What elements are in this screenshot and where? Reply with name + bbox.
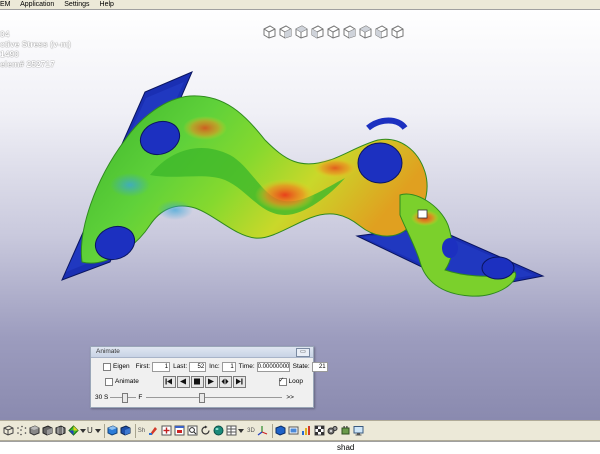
time-field[interactable]: 0.00000000 bbox=[256, 361, 290, 372]
shaded-cube-icon[interactable] bbox=[28, 425, 40, 437]
points-cube-icon[interactable] bbox=[15, 425, 27, 437]
toolbar-separator bbox=[103, 423, 105, 438]
animate-dialog-title: Animate bbox=[96, 348, 120, 355]
speed-slow-label: 30 S bbox=[95, 393, 109, 401]
color-chart-icon[interactable] bbox=[301, 425, 313, 437]
dialog-restore-button[interactable]: ▭ bbox=[296, 348, 310, 357]
add-node-icon[interactable] bbox=[160, 425, 172, 437]
view-cube-icon[interactable] bbox=[294, 24, 309, 39]
bounce-button[interactable] bbox=[218, 375, 232, 388]
blue-box-icon[interactable] bbox=[275, 425, 287, 437]
last-field[interactable]: 52 bbox=[189, 361, 207, 372]
state-field[interactable]: 21 bbox=[311, 361, 328, 372]
eigen-checkbox[interactable] bbox=[103, 362, 111, 371]
solid-cube-icon[interactable] bbox=[120, 425, 132, 437]
graphics-viewport[interactable]: 04 ctive Stress (v-m) 1490 elem# 252717 … bbox=[0, 10, 600, 420]
step-back-button[interactable] bbox=[176, 375, 190, 388]
animate-checkbox[interactable] bbox=[105, 377, 113, 386]
main-toolbar: U Sh 3D bbox=[0, 420, 600, 441]
overlay-value: 1490 bbox=[0, 49, 19, 59]
speed-row: 30 S F >> bbox=[95, 391, 309, 403]
sphere-icon[interactable] bbox=[212, 425, 224, 437]
state-slider-thumb[interactable] bbox=[199, 392, 206, 403]
u-label[interactable]: U bbox=[87, 426, 93, 435]
overlay-state: 04 bbox=[0, 29, 10, 39]
sh-label[interactable]: Sh bbox=[138, 428, 145, 434]
first-field[interactable]: 1 bbox=[152, 361, 171, 372]
axis-triad-icon[interactable] bbox=[257, 425, 269, 437]
mesh-cube-icon[interactable] bbox=[54, 425, 66, 437]
dropdown-arrow-icon[interactable] bbox=[94, 425, 101, 437]
window-icon[interactable] bbox=[173, 425, 185, 437]
stop-icon bbox=[194, 378, 201, 385]
rotate-icon[interactable] bbox=[199, 425, 211, 437]
menu-item-help[interactable]: Help bbox=[100, 1, 114, 8]
last-label: Last: bbox=[173, 363, 188, 370]
animate-dialog: Animate ▭ Eigen First: 1 Last: 52 Inc: 1… bbox=[90, 346, 328, 408]
inc-field[interactable]: 1 bbox=[221, 361, 236, 372]
view-cube-icon[interactable] bbox=[358, 24, 373, 39]
first-label: First: bbox=[135, 363, 151, 370]
menu-item-application[interactable]: Application bbox=[20, 1, 54, 8]
monitor-icon[interactable] bbox=[353, 425, 365, 437]
animate-label: Animate bbox=[115, 378, 139, 385]
checker-icon[interactable] bbox=[314, 425, 326, 437]
hidden-line-cube-icon[interactable] bbox=[41, 425, 53, 437]
skip-first-icon bbox=[165, 378, 173, 385]
3d-label[interactable]: 3D bbox=[247, 428, 255, 434]
speed-slider[interactable] bbox=[110, 392, 137, 403]
plugin-icon[interactable] bbox=[340, 425, 352, 437]
blue-cube-icon[interactable] bbox=[107, 425, 119, 437]
menu-item-settings[interactable]: Settings bbox=[64, 1, 89, 8]
skip-last-icon bbox=[236, 378, 243, 385]
speed-slider-thumb[interactable] bbox=[122, 392, 129, 403]
speed-fast-label: F bbox=[138, 393, 143, 401]
bounce-icon bbox=[221, 378, 229, 385]
state-label: State: bbox=[292, 363, 310, 370]
table-icon[interactable] bbox=[225, 425, 237, 437]
paint-icon[interactable] bbox=[147, 425, 159, 437]
fringe-color-icon[interactable] bbox=[67, 425, 79, 437]
loop-label: Loop bbox=[288, 378, 303, 385]
last-frame-button[interactable] bbox=[232, 375, 246, 388]
results-legend-text: 04 ctive Stress (v-m) 1490 elem# 252717 bbox=[0, 29, 71, 69]
overlay-result-type: ctive Stress (v-m) bbox=[0, 39, 71, 49]
eigen-label: Eigen bbox=[113, 363, 130, 370]
play-button[interactable] bbox=[204, 375, 218, 388]
zoom-window-icon[interactable] bbox=[186, 425, 198, 437]
view-cube-icon[interactable] bbox=[278, 24, 293, 39]
state-slider-end-label[interactable]: >> bbox=[286, 394, 294, 401]
dropdown-arrow-icon[interactable] bbox=[80, 425, 86, 437]
dropdown-arrow-icon[interactable] bbox=[238, 425, 245, 437]
wireframe-cube-icon[interactable] bbox=[2, 425, 14, 437]
view-cube-icon[interactable] bbox=[374, 24, 389, 39]
stop-button[interactable] bbox=[190, 375, 204, 388]
view-cube-icon[interactable] bbox=[390, 24, 405, 39]
view-cube-icon[interactable] bbox=[342, 24, 357, 39]
animate-controls-row: Animate Loop bbox=[105, 375, 305, 388]
toolbar-separator bbox=[134, 423, 136, 438]
state-slider[interactable] bbox=[146, 392, 283, 403]
screenshot-icon[interactable] bbox=[288, 425, 300, 437]
play-icon bbox=[208, 378, 215, 385]
menu-bar: EM Application Settings Help bbox=[0, 0, 600, 10]
first-frame-button[interactable] bbox=[162, 375, 176, 388]
loop-checkbox[interactable] bbox=[278, 376, 287, 386]
toolbar-separator bbox=[271, 423, 273, 438]
view-cube-icon[interactable] bbox=[310, 24, 325, 39]
inc-label: Inc: bbox=[209, 363, 220, 370]
animate-frame-row: Eigen First: 1 Last: 52 Inc: 1 Time: 0.0… bbox=[103, 361, 331, 372]
view-cube-icon[interactable] bbox=[262, 24, 277, 39]
view-cube-icon[interactable] bbox=[326, 24, 341, 39]
command-line[interactable]: shad bbox=[0, 441, 600, 454]
view-cube-bar bbox=[262, 24, 405, 39]
command-input[interactable]: shad bbox=[337, 442, 354, 453]
play-reverse-icon bbox=[180, 378, 187, 385]
time-label: Time: bbox=[238, 363, 255, 370]
menu-item-em[interactable]: EM bbox=[0, 1, 11, 8]
gears-icon[interactable] bbox=[327, 425, 339, 437]
animate-dialog-titlebar[interactable]: Animate ▭ bbox=[91, 347, 313, 358]
overlay-element: elem# 252717 bbox=[0, 59, 55, 69]
